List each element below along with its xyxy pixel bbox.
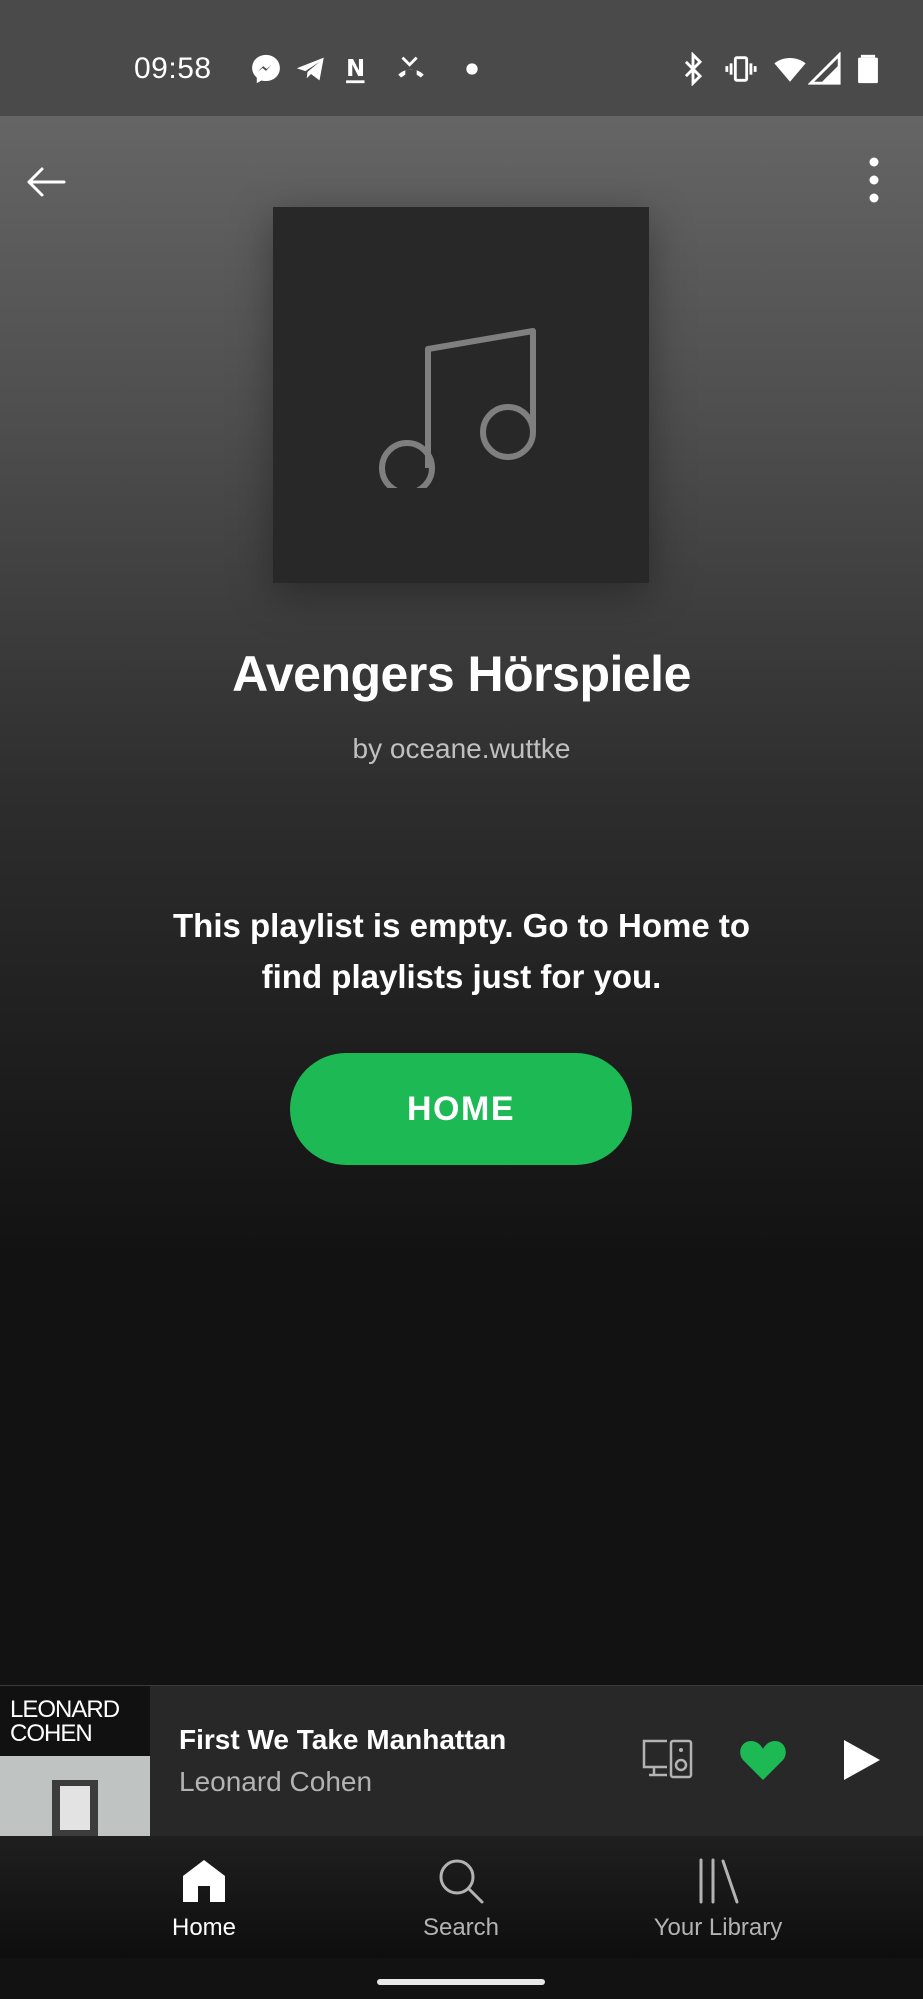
play-button[interactable]: [838, 1736, 884, 1784]
library-icon: [699, 1858, 739, 1904]
nav-label-search: Search: [422, 1914, 500, 1941]
status-bar: 09:58 N: [0, 0, 923, 116]
album-art: LEONARD COHEN: [0, 1686, 150, 1836]
nav-item-home[interactable]: Home: [74, 1836, 334, 1958]
music-note-icon: [379, 328, 536, 488]
home-icon: [183, 1860, 225, 1902]
empty-playlist-message: This playlist is empty. Go to Home to fi…: [173, 907, 750, 995]
playlist-title: Avengers Hörspiele: [232, 646, 691, 702]
more-options-button[interactable]: [856, 156, 892, 206]
bottom-navigation: Home Search Your Library: [0, 1836, 923, 1958]
vibrate-icon: [724, 52, 758, 86]
bluetooth-icon: [676, 51, 710, 87]
home-button[interactable]: HOME: [290, 1053, 632, 1165]
telegram-icon: [294, 52, 328, 86]
track-artist: Leonard Cohen: [179, 1766, 373, 1797]
nav-item-search[interactable]: Search: [331, 1836, 591, 1958]
arrow-left-icon: [27, 167, 66, 197]
notion-icon: N: [339, 52, 373, 86]
battery-icon: [851, 52, 885, 86]
dot-icon: [455, 52, 489, 86]
nav-label-home: Home: [171, 1914, 237, 1941]
track-title: First We Take Manhattan: [179, 1724, 507, 1755]
signal-icon: [807, 51, 842, 86]
play-icon: [844, 1740, 880, 1780]
connect-devices-button[interactable]: [641, 1737, 695, 1781]
playlist-owner[interactable]: by oceane.wuttke: [0, 733, 923, 765]
album-art-text: COHEN: [10, 1720, 93, 1747]
heart-icon: [740, 1741, 786, 1780]
search-icon: [439, 1859, 484, 1904]
missed-call-icon: [394, 52, 428, 86]
devices-icon: [642, 1739, 693, 1779]
more-vertical-icon: [869, 157, 879, 203]
playlist-cover: [273, 207, 649, 583]
svg-text:N: N: [346, 56, 365, 82]
nav-item-library[interactable]: Your Library: [588, 1836, 848, 1958]
gesture-navigation-bar[interactable]: [377, 1979, 545, 1985]
status-time: 09:58: [134, 52, 212, 85]
now-playing-bar[interactable]: LEONARD COHEN First We Take Manhattan Le…: [0, 1685, 923, 1836]
messenger-icon: [249, 52, 283, 86]
nav-label-library: Your Library: [653, 1914, 783, 1941]
back-button[interactable]: [24, 160, 68, 204]
like-button[interactable]: [738, 1738, 788, 1782]
wifi-icon: [773, 52, 807, 86]
